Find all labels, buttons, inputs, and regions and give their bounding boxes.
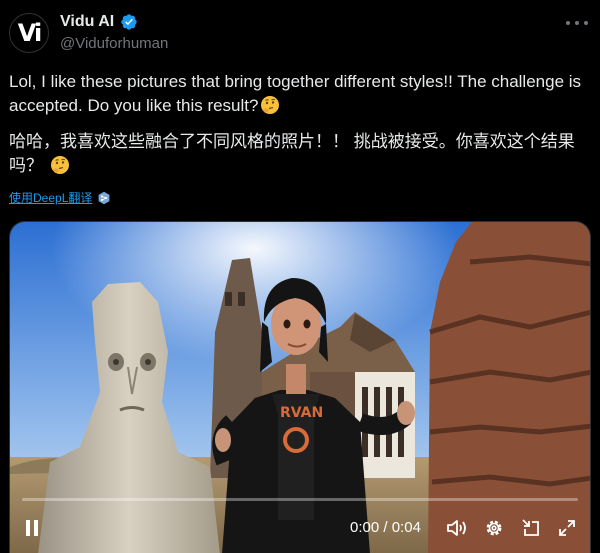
volume-icon[interactable] [445, 515, 469, 541]
video-progress-bar[interactable] [22, 498, 578, 501]
thinking-face-icon [50, 156, 69, 174]
author-name-row: Vidu AI [60, 13, 138, 31]
verified-badge-icon [121, 14, 137, 30]
author-handle[interactable]: @Viduforhuman [60, 35, 168, 52]
more-options-icon[interactable] [566, 15, 588, 31]
author-display-name[interactable]: Vidu AI [60, 13, 114, 31]
shirt-text: RVAN [280, 405, 323, 421]
video-time-display: 0:00 / 0:04 [350, 519, 421, 536]
pause-icon[interactable] [21, 515, 43, 541]
tweet-text-chinese: 哈哈，我喜欢这些融合了不同风格的照片！！ 挑战被接受。你喜欢这个结果吗？ [9, 130, 589, 178]
deepl-translation-link[interactable]: 使用DeepL翻译 [9, 189, 111, 206]
deepl-icon [98, 191, 110, 204]
video-frame: RVAN [10, 222, 590, 553]
avatar[interactable]: Vi [9, 13, 49, 53]
video-duration: 0:04 [391, 519, 421, 536]
minimize-player-icon[interactable] [519, 515, 543, 541]
tweet-text-chinese-content: 哈哈，我喜欢这些融合了不同风格的照片！！ 挑战被接受。你喜欢这个结果吗？ [9, 132, 575, 175]
thinking-face-icon [261, 96, 280, 114]
video-current-time: 0:00 [350, 519, 380, 536]
tweet-text-english-content: Lol, I like these pictures that bring to… [9, 72, 582, 115]
translation-label[interactable]: 使用DeepL翻译 [9, 189, 92, 206]
avatar-text: Vi [17, 19, 42, 47]
settings-gear-icon[interactable] [482, 515, 506, 541]
video-player[interactable]: RVAN 0:00 / 0:04 [9, 221, 591, 553]
tweet-text-english: Lol, I like these pictures that bring to… [9, 70, 589, 118]
fullscreen-icon[interactable] [555, 515, 579, 541]
